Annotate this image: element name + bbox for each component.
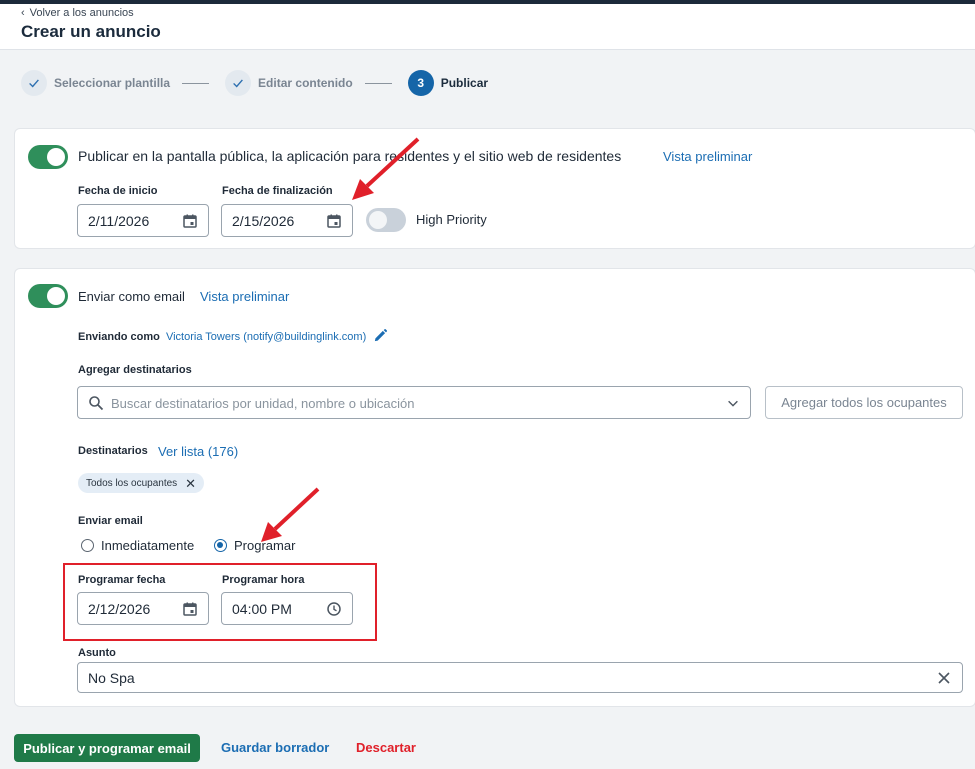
subject-value: No Spa: [88, 669, 135, 686]
search-placeholder: Buscar destinatarios por unidad, nombre …: [111, 396, 415, 411]
step-label: Publicar: [440, 76, 489, 90]
chevron-down-icon[interactable]: [726, 396, 740, 410]
recipients-search[interactable]: Buscar destinatarios por unidad, nombre …: [77, 386, 751, 419]
publish-card: Publicar en la pantalla pública, la apli…: [14, 128, 975, 249]
action-bar: Publicar y programar email Guardar borra…: [0, 720, 975, 769]
chevron-left-icon: ‹: [21, 7, 25, 19]
radio-circle: [81, 539, 94, 552]
email-label: Enviar como email: [78, 289, 185, 304]
end-date-value: 2/15/2026: [232, 212, 295, 229]
step-edit-content[interactable]: Editar contenido: [225, 70, 353, 96]
step-connector: [182, 82, 210, 84]
publish-toggle[interactable]: [28, 145, 68, 169]
back-link[interactable]: ‹ Volver a los anuncios: [21, 7, 134, 19]
radio-label: Inmediatamente: [101, 538, 195, 553]
sending-as-row: Enviando como Victoria Towers (notify@bu…: [78, 328, 388, 343]
recipient-chip: Todos los ocupantes ✕: [78, 473, 205, 493]
high-priority-label: High Priority: [416, 212, 487, 227]
start-date-label: Fecha de inicio: [78, 185, 158, 197]
send-email-label: Enviar email: [78, 515, 143, 527]
step-label: Editar contenido: [258, 76, 353, 90]
step-number: 3: [407, 70, 434, 96]
check-icon: [21, 70, 47, 96]
search-icon: [89, 396, 104, 411]
start-date-value: 2/11/2026: [88, 212, 150, 229]
back-link-label: Volver a los anuncios: [29, 7, 134, 19]
discard-button[interactable]: Descartar: [356, 740, 416, 755]
publish-label: Publicar en la pantalla pública, la apli…: [78, 148, 622, 164]
radio-label: Programar: [234, 538, 296, 553]
chip-label: Todos los ocupantes: [86, 477, 178, 489]
calendar-icon[interactable]: [326, 213, 342, 229]
end-date-label: Fecha de finalización: [222, 185, 333, 197]
step-label: Seleccionar plantilla: [54, 76, 171, 90]
add-recipients-label: Agregar destinatarios: [78, 364, 192, 376]
publish-preview-link[interactable]: Vista preliminar: [663, 149, 752, 164]
radio-schedule[interactable]: Programar: [214, 538, 295, 553]
recipients-label: Destinatarios: [78, 445, 148, 457]
pencil-icon[interactable]: [373, 328, 388, 343]
step-publish: 3 Publicar: [407, 70, 489, 96]
close-icon[interactable]: ✕: [185, 477, 196, 490]
email-card: Enviar como email Vista preliminar Envia…: [14, 268, 975, 707]
page-header: ‹ Volver a los anuncios Crear un anuncio: [0, 4, 975, 50]
sending-as-label: Enviando como: [78, 331, 160, 343]
radio-circle: [214, 539, 227, 552]
subject-label: Asunto: [78, 647, 116, 659]
stepper: Seleccionar plantilla Editar contenido 3…: [21, 68, 488, 98]
start-date-field[interactable]: 2/11/2026: [77, 204, 209, 237]
check-icon: [225, 70, 252, 96]
step-connector: [364, 82, 392, 84]
sending-as-value[interactable]: Victoria Towers (notify@buildinglink.com…: [166, 331, 366, 343]
end-date-field[interactable]: 2/15/2026: [221, 204, 353, 237]
subject-field[interactable]: No Spa: [77, 662, 963, 693]
publish-schedule-button[interactable]: Publicar y programar email: [14, 734, 200, 762]
email-preview-link[interactable]: Vista preliminar: [200, 289, 289, 304]
calendar-icon[interactable]: [182, 213, 198, 229]
email-toggle[interactable]: [28, 284, 68, 308]
page-title: Crear un anuncio: [21, 22, 161, 41]
step-select-template[interactable]: Seleccionar plantilla: [21, 70, 170, 96]
save-draft-button[interactable]: Guardar borrador: [221, 740, 329, 755]
view-list-link[interactable]: Ver lista (176): [158, 444, 238, 459]
high-priority-toggle[interactable]: [366, 208, 406, 232]
add-all-occupants-button[interactable]: Agregar todos los ocupantes: [765, 386, 963, 419]
annotation-highlight-box: [63, 563, 377, 641]
radio-immediately[interactable]: Inmediatamente: [81, 538, 194, 553]
clear-icon[interactable]: [936, 670, 952, 686]
